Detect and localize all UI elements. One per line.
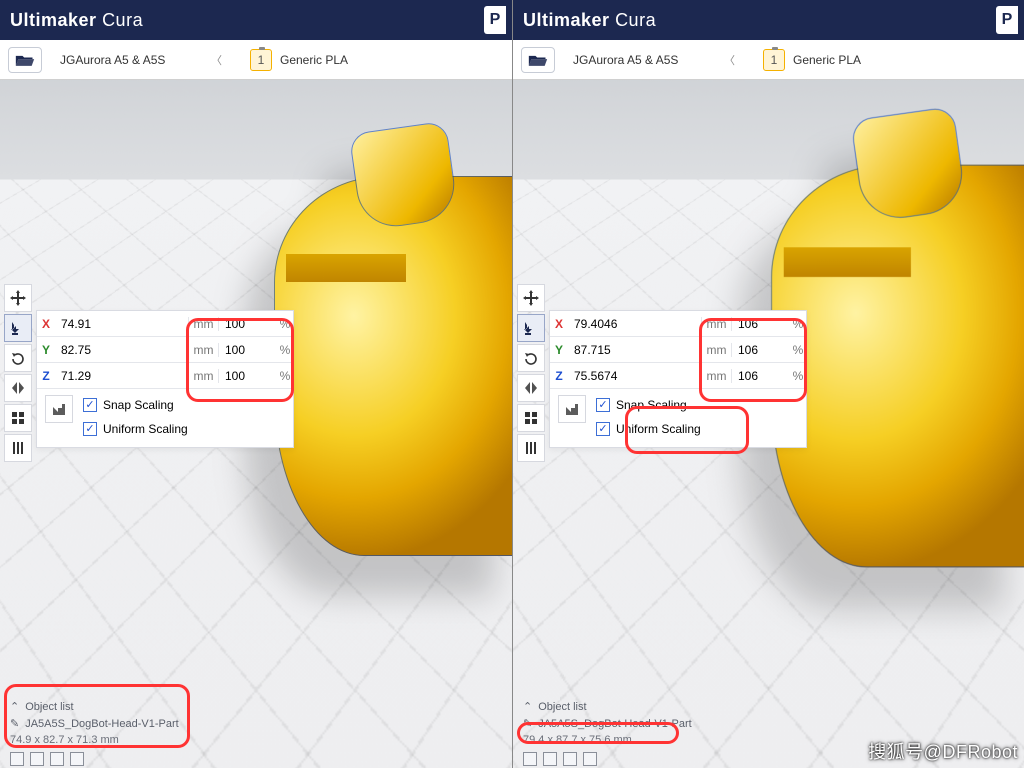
axis-z-label: Z [37, 369, 55, 383]
extruder-badge: 1 [763, 49, 785, 71]
object-name[interactable]: JA5A5S_DogBot-Head-V1-Part [538, 718, 691, 730]
chevron-left-icon: 〈 [211, 52, 222, 68]
printer-selector[interactable]: JGAurora A5 & A5S 〈 [565, 47, 741, 73]
view-mode-2[interactable] [30, 752, 44, 766]
view-mode-3[interactable] [50, 752, 64, 766]
material-name: Generic PLA [280, 53, 348, 67]
app-header: Ultimaker Cura P [513, 0, 1024, 40]
view-mode-4[interactable] [583, 752, 597, 766]
checkmark-icon: ✓ [596, 422, 610, 436]
printer-name: JGAurora A5 & A5S [60, 53, 165, 67]
view-mode-2[interactable] [543, 752, 557, 766]
scale-y-mm-input[interactable]: 82.75 [55, 343, 189, 357]
scale-x-pct-input[interactable]: 100 [219, 317, 277, 331]
app-header: Ultimaker Cura P [0, 0, 512, 40]
scale-y-pct-input[interactable]: 100 [219, 343, 277, 357]
tool-support[interactable] [4, 434, 32, 462]
sub-toolbar: JGAurora A5 & A5S 〈 1 Generic PLA [513, 40, 1024, 80]
tool-mesh[interactable] [4, 404, 32, 432]
snap-scaling-checkbox[interactable]: ✓Snap Scaling [83, 395, 188, 415]
model-preview[interactable] [771, 165, 1024, 568]
tool-scale[interactable] [4, 314, 32, 342]
checkmark-icon: ✓ [83, 422, 97, 436]
chevron-left-icon: 〈 [724, 52, 735, 68]
open-file-button[interactable] [521, 47, 555, 73]
sub-toolbar: JGAurora A5 & A5S 〈 1 Generic PLA [0, 40, 512, 80]
folder-open-icon [15, 53, 35, 67]
tool-scale[interactable] [517, 314, 545, 342]
tool-mirror[interactable] [517, 374, 545, 402]
scale-panel: X 74.91 mm 100 % Y 82.75 mm 100 % Z 71.2… [36, 310, 294, 448]
scale-x-pct-input[interactable]: 106 [732, 317, 790, 331]
pencil-icon: ✎ [523, 717, 532, 730]
object-name[interactable]: JA5A5S_DogBot-Head-V1-Part [25, 718, 178, 730]
checkmark-icon: ✓ [83, 398, 97, 412]
chevron-up-icon: ⌃ [523, 700, 532, 713]
axis-y-label: Y [37, 343, 55, 357]
tool-rotate[interactable] [517, 344, 545, 372]
pane-left: Ultimaker Cura P JGAurora A5 & A5S 〈 1 G… [0, 0, 512, 768]
scale-z-mm-input[interactable]: 71.29 [55, 369, 189, 383]
scale-y-mm-input[interactable]: 87.715 [568, 343, 702, 357]
header-stage-button[interactable]: P [996, 6, 1018, 34]
view-mode-3[interactable] [563, 752, 577, 766]
uniform-scaling-checkbox[interactable]: ✓Uniform Scaling [596, 419, 701, 439]
tool-move[interactable] [517, 284, 545, 312]
scale-reset-button[interactable] [45, 395, 73, 423]
scale-x-mm-input[interactable]: 79.4046 [568, 317, 702, 331]
chevron-up-icon: ⌃ [10, 700, 19, 713]
model-preview[interactable] [274, 176, 512, 556]
printer-selector[interactable]: JGAurora A5 & A5S 〈 [52, 47, 228, 73]
unit-mm: mm [189, 317, 219, 331]
app-brand: Ultimaker Cura [10, 10, 143, 31]
scale-z-mm-input[interactable]: 75.5674 [568, 369, 702, 383]
scale-x-mm-input[interactable]: 74.91 [55, 317, 189, 331]
tool-mesh[interactable] [517, 404, 545, 432]
snap-scaling-checkbox[interactable]: ✓Snap Scaling [596, 395, 701, 415]
axis-z-label: Z [550, 369, 568, 383]
scale-z-pct-input[interactable]: 100 [219, 369, 277, 383]
object-dimensions: 79.4 x 87.7 x 75.6 mm [523, 734, 692, 746]
axis-x-label: X [550, 317, 568, 331]
watermark: 搜狐号@DFRobot [868, 738, 1018, 764]
open-file-button[interactable] [8, 47, 42, 73]
view-mode-4[interactable] [70, 752, 84, 766]
axis-x-label: X [37, 317, 55, 331]
axis-y-label: Y [550, 343, 568, 357]
view-mode-1[interactable] [10, 752, 24, 766]
material-name: Generic PLA [793, 53, 861, 67]
tool-support[interactable] [517, 434, 545, 462]
object-list-title: Object list [538, 701, 586, 713]
object-list[interactable]: ⌃ Object list ✎ JA5A5S_DogBot-Head-V1-Part… [10, 700, 179, 746]
app-brand: Ultimaker Cura [523, 10, 656, 31]
pencil-icon: ✎ [10, 717, 19, 730]
extruder-badge: 1 [250, 49, 272, 71]
scale-panel: X 79.4046 mm 106 % Y 87.715 mm 106 % Z 7… [549, 310, 807, 448]
scale-reset-button[interactable] [558, 395, 586, 423]
object-list-title: Object list [25, 701, 73, 713]
tool-mirror[interactable] [4, 374, 32, 402]
tool-strip [517, 284, 545, 462]
uniform-scaling-checkbox[interactable]: ✓Uniform Scaling [83, 419, 188, 439]
tool-strip [4, 284, 32, 462]
view-mode-1[interactable] [523, 752, 537, 766]
view-mode-icons [523, 752, 597, 766]
material-chooser[interactable]: 1 Generic PLA [763, 49, 861, 71]
scale-y-pct-input[interactable]: 106 [732, 343, 790, 357]
tool-move[interactable] [4, 284, 32, 312]
object-list[interactable]: ⌃ Object list ✎ JA5A5S_DogBot-Head-V1-Part… [523, 700, 692, 746]
tool-rotate[interactable] [4, 344, 32, 372]
printer-name: JGAurora A5 & A5S [573, 53, 678, 67]
pane-right: Ultimaker Cura P JGAurora A5 & A5S 〈 1 G… [512, 0, 1024, 768]
object-dimensions: 74.9 x 82.7 x 71.3 mm [10, 734, 179, 746]
material-chooser[interactable]: 1 Generic PLA [250, 49, 348, 71]
scale-z-pct-input[interactable]: 106 [732, 369, 790, 383]
checkmark-icon: ✓ [596, 398, 610, 412]
folder-open-icon [528, 53, 548, 67]
unit-pct: % [277, 317, 293, 331]
header-stage-button[interactable]: P [484, 6, 506, 34]
view-mode-icons [10, 752, 84, 766]
